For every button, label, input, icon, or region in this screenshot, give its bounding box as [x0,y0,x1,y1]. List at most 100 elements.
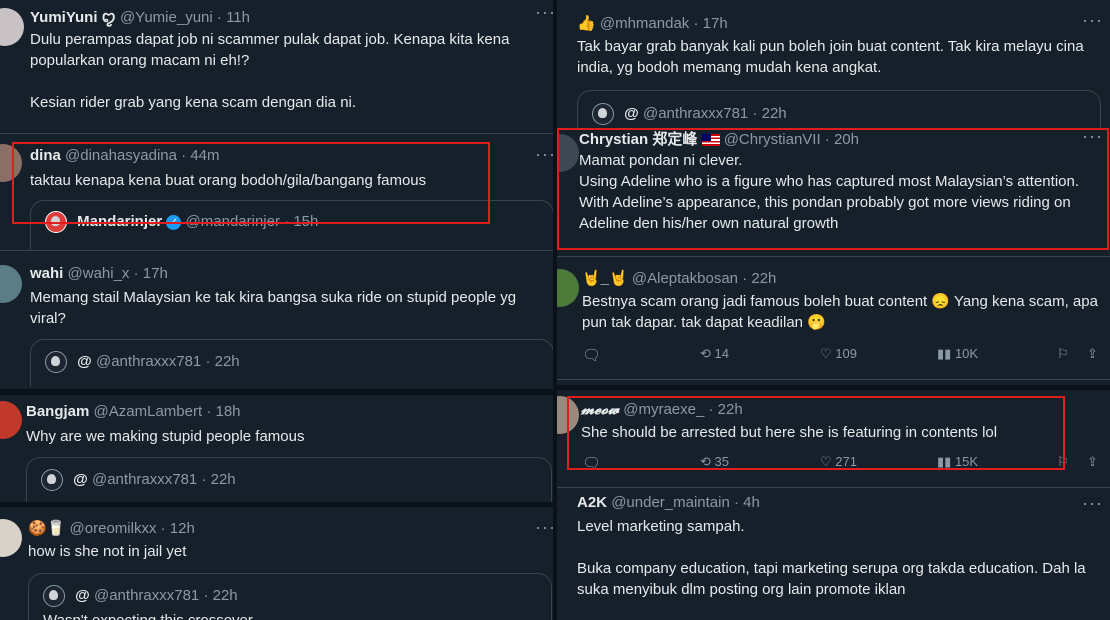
quote-handle[interactable]: @anthraxxx781 [643,105,748,122]
quote-avatar [45,211,67,233]
timestamp[interactable]: 22h [751,270,776,287]
tweet-dina[interactable]: dina @dinahasyadina · 44m ··· taktau ken… [0,134,556,251]
quote-handle[interactable]: @mandarinjer [186,213,280,230]
avatar[interactable] [557,396,579,434]
tweet-text: Why are we making stupid people famous [26,428,305,445]
tweet-header: 𝓶𝓮𝓸𝔀 @myraexe_ · 22h [581,400,743,418]
separator-dot: · [734,494,739,511]
quote-text: Wasn't expecting this crossover [43,612,253,620]
more-icon[interactable]: ··· [1082,493,1103,514]
quote-handle[interactable]: @anthraxxx781 [96,353,201,370]
timestamp[interactable]: 20h [834,131,859,148]
quote-name[interactable]: @ [75,587,90,604]
views-button[interactable]: ▮▮ 10K [937,346,978,362]
avatar[interactable] [0,8,24,46]
display-name[interactable]: Bangjam [26,403,89,420]
tweet-text: Dulu perampas dapat job ni scammer pulak… [30,31,510,111]
tweet-mhmandak[interactable]: 👍 @mhmandak · 17h ··· Tak bayar grab ban… [557,0,1110,129]
quoted-tweet[interactable]: @ @anthraxxx781 · 22h [26,457,552,504]
display-name[interactable]: dina [30,147,61,164]
quote-time[interactable]: 22h [211,471,236,488]
quoted-tweet[interactable]: @ @anthraxxx781 · 22h Wasn't expecting t… [28,573,552,620]
quote-time[interactable]: 22h [213,587,238,604]
avatar[interactable] [557,134,579,172]
quote-handle[interactable]: @anthraxxx781 [92,471,197,488]
avatar[interactable] [0,519,22,557]
tweet-a2k[interactable]: A2K @under_maintain · 4h ··· Level marke… [557,483,1110,620]
quote-name[interactable]: @ [624,105,639,122]
timestamp[interactable]: 22h [718,401,743,418]
quote-header: @ @anthraxxx781 · 22h [45,351,240,373]
bookmark-icon[interactable]: ⚐ [1057,454,1069,470]
display-name[interactable]: YumiYuni ꨄ︎ [30,9,116,26]
repost-button[interactable]: ⟲ 35 [700,454,729,470]
avatar[interactable] [557,269,579,307]
tweet-yumiyuni[interactable]: YumiYuni ꨄ︎ @Yumie_yuni · 11h ··· Dulu p… [0,0,556,134]
share-icon[interactable]: ⇪ [1087,346,1098,362]
reply-icon[interactable]: 🗨 [582,454,601,472]
handle[interactable]: @Yumie_yuni [120,9,213,26]
tweet-text: She should be arrested but here she is f… [581,424,998,441]
handle[interactable]: @mhmandak [600,15,689,32]
timestamp[interactable]: 4h [743,494,760,511]
timestamp[interactable]: 17h [703,15,728,32]
tweet-bangjam[interactable]: Bangjam @AzamLambert · 18h Why are we ma… [0,389,556,505]
avatar[interactable] [0,265,22,303]
tweet-oreomilk[interactable]: 🍪🥛 @oreomilkxx · 12h ··· how is she not … [0,502,556,620]
display-name[interactable]: 🍪🥛 [28,520,65,537]
more-icon[interactable]: ··· [1082,128,1103,147]
avatar[interactable] [0,401,22,439]
handle[interactable]: @oreomilkxx [70,520,157,537]
quote-header: @ @anthraxxx781 · 22h [41,469,236,491]
like-button[interactable]: ♡ 109 [820,346,857,362]
timestamp[interactable]: 17h [143,265,168,282]
quote-time[interactable]: 15h [293,213,318,230]
timestamp[interactable]: 44m [190,147,219,164]
handle[interactable]: @wahi_x [68,265,130,282]
share-icon[interactable]: ⇪ [1087,454,1098,470]
display-name[interactable]: 𝓶𝓮𝓸𝔀 [581,400,619,418]
quote-time[interactable]: 22h [762,105,787,122]
quote-handle[interactable]: @anthraxxx781 [94,587,199,604]
handle[interactable]: @under_maintain [611,494,730,511]
views-button[interactable]: ▮▮ 15K [937,454,978,470]
like-button[interactable]: ♡ 271 [820,454,857,470]
handle[interactable]: @myraexe_ [623,401,704,418]
bookmark-icon[interactable]: ⚐ [1057,346,1069,362]
quoted-tweet[interactable]: @ @anthraxxx781 · 22h [577,90,1101,128]
display-name[interactable]: 🤘_🤘 [582,270,628,287]
handle[interactable]: @AzamLambert [94,403,203,420]
timestamp[interactable]: 12h [170,520,195,537]
quoted-tweet[interactable]: Mandarinjer ✓ @mandarinjer · 15h [30,200,554,250]
avatar[interactable] [0,144,22,182]
quote-name[interactable]: Mandarinjer [77,213,162,230]
handle[interactable]: @dinahasyadina [65,147,177,164]
tweet-wahi[interactable]: wahi @wahi_x · 17h Memang stail Malaysia… [0,251,556,387]
views-icon: ▮▮ [937,454,952,469]
tweet-aleptakbosan[interactable]: 🤘_🤘 @Aleptakbosan · 22h Bestnya scam ora… [557,257,1110,380]
handle[interactable]: @ChrystianVII [724,131,821,148]
tweet-chrystian[interactable]: Chrystian 郑定峰 @ChrystianVII · 20h ··· Ma… [557,128,1110,257]
verified-icon: ✓ [166,214,182,230]
display-name[interactable]: A2K [577,494,607,511]
repost-button[interactable]: ⟲ 14 [700,346,729,362]
views-icon: ▮▮ [937,346,952,361]
quote-name[interactable]: @ [73,471,88,488]
display-name[interactable]: wahi [30,265,63,282]
display-name[interactable]: 👍 [577,15,596,32]
tweet-myraexe[interactable]: 𝓶𝓮𝓸𝔀 @myraexe_ · 22h She should be arres… [557,385,1110,488]
quoted-tweet[interactable]: @ @anthraxxx781 · 22h [30,339,554,387]
more-icon[interactable]: ··· [1082,10,1103,31]
timestamp[interactable]: 11h [226,9,250,26]
like-icon: ♡ [820,454,832,469]
display-name[interactable]: Chrystian 郑定峰 [579,131,697,148]
quote-time[interactable]: 22h [215,353,240,370]
handle[interactable]: @Aleptakbosan [632,270,738,287]
reply-icon[interactable]: 🗨 [582,346,601,364]
separator-dot: · [181,147,187,164]
separator-dot: · [824,131,830,148]
timestamp[interactable]: 18h [215,403,240,420]
tweet-header: YumiYuni ꨄ︎ @Yumie_yuni · 11h [30,6,250,28]
quote-name[interactable]: @ [77,353,92,370]
malaysia-flag-icon [701,134,720,147]
